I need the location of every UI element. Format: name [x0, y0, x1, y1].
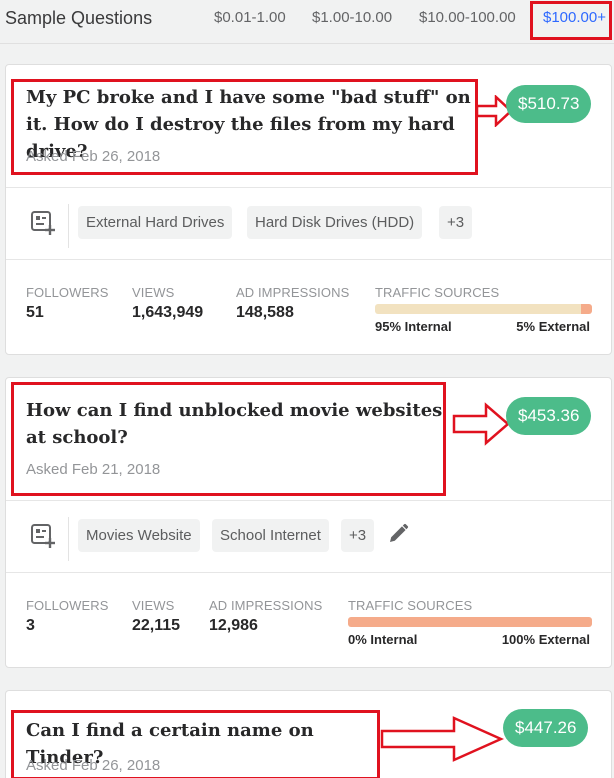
traffic-external-percent: 100% External — [501, 632, 590, 647]
followers-value: 3 — [26, 617, 35, 634]
question-price-badge: $453.36 — [506, 397, 592, 435]
topic-list-icon — [31, 524, 55, 548]
traffic-internal-fill — [375, 304, 582, 314]
followers-value: 51 — [26, 304, 44, 321]
more-topics-chip[interactable]: +3 — [439, 206, 473, 239]
ad-impressions-label: AD IMPRESSIONS — [236, 285, 350, 300]
traffic-sources-label: TRAFFIC SOURCES — [348, 598, 473, 613]
question-price-badge: $510.73 — [506, 85, 592, 123]
ad-impressions-value: 148,588 — [236, 304, 294, 321]
views-value: 22,115 — [132, 617, 181, 634]
topic-chip[interactable]: Hard Disk Drives (HDD) — [247, 206, 423, 239]
more-topics-chip[interactable]: +3 — [341, 519, 375, 552]
question-stats: FOLLOWERS 51 VIEWS 1,643,949 AD IMPRESSI… — [6, 261, 611, 355]
views-label: VIEWS — [132, 285, 175, 300]
annotation-box-active-range — [530, 1, 612, 40]
traffic-external-fill — [348, 617, 592, 627]
topic-chip[interactable]: School Internet — [212, 519, 329, 552]
annotation-box-question — [11, 382, 446, 496]
range-tab-10-100[interactable]: $10.00-100.00 — [419, 9, 516, 26]
ad-impressions-value: 12,986 — [209, 617, 258, 634]
ad-impressions-label: AD IMPRESSIONS — [209, 598, 323, 613]
range-tab-0-01-1[interactable]: $0.01-1.00 — [214, 9, 286, 26]
question-card: Can I find a certain name on Tinder? Ask… — [5, 690, 612, 778]
annotation-box-question — [11, 79, 478, 175]
range-tab-1-10[interactable]: $1.00-10.00 — [312, 9, 392, 26]
topic-list-icon — [31, 211, 55, 235]
traffic-external-percent: 5% External — [516, 319, 590, 334]
traffic-sources-label: TRAFFIC SOURCES — [375, 285, 500, 300]
pencil-icon[interactable] — [387, 523, 409, 545]
question-card: How can I find unblocked movie websites … — [5, 377, 612, 668]
topic-divider — [68, 517, 69, 561]
topic-row: External Hard Drives Hard Disk Drives (H… — [6, 188, 611, 260]
traffic-sources-bar — [348, 617, 592, 627]
traffic-external-fill — [581, 304, 592, 314]
views-label: VIEWS — [132, 598, 175, 613]
question-header: My PC broke and I have some "bad stuff" … — [6, 65, 611, 188]
question-card: My PC broke and I have some "bad stuff" … — [5, 64, 612, 355]
question-stats: FOLLOWERS 3 VIEWS 22,115 AD IMPRESSIONS … — [6, 574, 611, 668]
question-header: How can I find unblocked movie websites … — [6, 378, 611, 501]
red-arrow-icon — [452, 402, 510, 446]
price-range-bar: Sample Questions $0.01-1.00 $1.00-10.00 … — [0, 0, 614, 44]
traffic-internal-percent: 0% Internal — [348, 632, 418, 647]
topic-row: Movies Website School Internet +3 — [6, 501, 611, 573]
annotation-box-question — [11, 710, 380, 778]
traffic-sources-bar — [375, 304, 592, 314]
red-arrow-icon — [380, 716, 504, 762]
question-price-badge: $447.26 — [503, 709, 589, 747]
views-value: 1,643,949 — [132, 304, 204, 321]
traffic-internal-percent: 95% Internal — [375, 319, 452, 334]
followers-label: FOLLOWERS — [26, 285, 109, 300]
followers-label: FOLLOWERS — [26, 598, 109, 613]
topic-chip[interactable]: Movies Website — [78, 519, 200, 552]
topic-chip[interactable]: External Hard Drives — [78, 206, 233, 239]
topic-divider — [68, 204, 69, 248]
section-title: Sample Questions — [5, 8, 153, 28]
